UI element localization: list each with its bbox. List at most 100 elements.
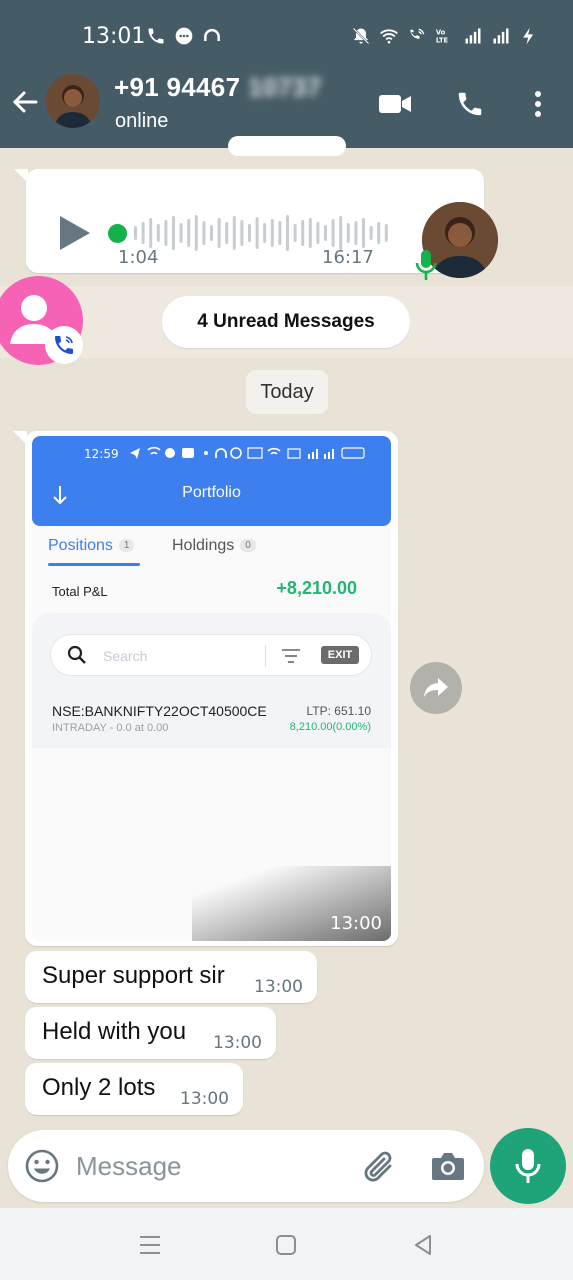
text-message-bubble[interactable]: Super support sir 13:00 xyxy=(25,951,317,1003)
chat-area[interactable]: 1:04 16:17 4 Unread Messages Today 12:59 xyxy=(0,136,573,1128)
shot-title: Portfolio xyxy=(182,484,241,501)
message-input[interactable] xyxy=(76,1148,346,1184)
waveform-bar xyxy=(286,215,289,251)
waveform-bar xyxy=(134,226,137,240)
waveform-bar xyxy=(179,223,183,243)
shot-position-ltp: LTP: 651.10 xyxy=(306,704,372,718)
more-options-button[interactable] xyxy=(518,84,558,124)
waveform-bar xyxy=(255,217,259,249)
waveform-bar xyxy=(240,220,244,246)
recent-apps-icon[interactable] xyxy=(137,1232,163,1258)
waveform-bar xyxy=(225,222,229,244)
waveform-bar xyxy=(316,222,320,244)
waveform-bar xyxy=(202,221,206,245)
waveform-bar xyxy=(339,216,343,250)
text-message-bubble[interactable]: Held with you 13:00 xyxy=(25,1007,276,1059)
waveform-bar xyxy=(248,224,251,242)
voice-duration: 1:04 xyxy=(118,247,159,268)
attach-icon[interactable] xyxy=(360,1148,400,1186)
voice-message-bubble[interactable] xyxy=(26,169,498,280)
shot-position-sub: INTRADAY - 0.0 at 0.00 xyxy=(52,722,169,734)
voice-record-button[interactable] xyxy=(490,1128,566,1204)
waveform-bar xyxy=(217,218,221,248)
image-message-bubble[interactable]: 12:59 Portfolio Positions 1 Holdings 0 T… xyxy=(25,431,398,946)
waveform-bar xyxy=(172,216,175,250)
home-icon[interactable] xyxy=(273,1232,299,1258)
signal-icon xyxy=(493,28,509,44)
more-options-icon xyxy=(535,91,541,117)
shot-tab-positions: Positions 1 xyxy=(48,537,135,555)
message-time: 13:00 xyxy=(180,1089,229,1109)
message-composer xyxy=(8,1130,484,1202)
forward-button[interactable] xyxy=(410,662,462,714)
contact-photo xyxy=(46,74,100,128)
contact-avatar[interactable] xyxy=(46,74,100,128)
waveform-bar xyxy=(187,219,191,247)
chat-bubble-icon xyxy=(175,27,193,45)
back-icon[interactable] xyxy=(410,1232,436,1258)
svg-text:LTE: LTE xyxy=(436,37,449,45)
phone-icon xyxy=(148,28,164,44)
waveform-bar xyxy=(324,225,327,241)
waveform-bar xyxy=(263,223,267,243)
shot-search-placeholder: Search xyxy=(103,648,148,664)
mic-badge-icon xyxy=(415,250,437,280)
waveform-bar xyxy=(270,219,274,247)
previous-message-fragment xyxy=(228,136,346,156)
waveform-bar xyxy=(194,215,198,251)
video-call-button[interactable] xyxy=(375,84,415,124)
waveform-bar xyxy=(369,226,373,240)
charging-icon xyxy=(523,27,534,45)
call-badge xyxy=(45,326,83,364)
status-left-icons xyxy=(146,26,222,46)
shot-search-bar: Search EXIT xyxy=(50,634,372,676)
search-icon xyxy=(67,645,86,664)
waveform-bar xyxy=(301,220,305,246)
playback-position-dot[interactable] xyxy=(108,224,127,243)
waveform-bar xyxy=(308,218,312,248)
back-arrow-icon[interactable] xyxy=(10,86,42,118)
contact-name-blurred: 10737 xyxy=(247,72,322,102)
waveform-bar xyxy=(141,222,145,244)
wifi-call-icon xyxy=(410,28,425,39)
waveform-bar xyxy=(293,224,297,242)
message-text: Super support sir xyxy=(42,962,225,989)
waveform-bar xyxy=(346,223,350,243)
signal-icon xyxy=(465,28,481,44)
status-time: 13:01 xyxy=(82,24,146,49)
status-bar: 13:01 Vo LTE xyxy=(0,0,573,66)
waveform-bar xyxy=(377,222,381,244)
microphone-icon xyxy=(515,1149,541,1183)
shot-header: 12:59 Portfolio xyxy=(32,436,391,526)
shot-tab-label: Positions xyxy=(48,537,113,554)
contact-name[interactable]: +91 94467 10737 xyxy=(114,72,322,103)
waveform-bar xyxy=(149,218,153,248)
camera-icon[interactable] xyxy=(430,1150,466,1182)
voice-call-button[interactable] xyxy=(450,84,490,124)
emoji-icon[interactable] xyxy=(24,1148,60,1184)
shot-pnl-value: +8,210.00 xyxy=(276,578,357,598)
waveform-bar xyxy=(210,225,213,241)
text-message-bubble[interactable]: Only 2 lots 13:00 xyxy=(25,1063,243,1115)
filter-icon xyxy=(282,649,300,663)
wifi-icon xyxy=(380,29,398,44)
date-divider: Today xyxy=(246,370,328,414)
message-time: 13:00 xyxy=(254,977,303,997)
play-icon[interactable] xyxy=(58,213,92,253)
mute-bell-icon xyxy=(352,27,370,45)
shot-exit-tag: EXIT xyxy=(321,646,359,664)
waveform-bar xyxy=(156,224,160,242)
volte-icon: VoLTE xyxy=(436,28,449,45)
shot-tab-label: Holdings xyxy=(172,537,235,554)
shot-position-change: 8,210.00(0.00%) xyxy=(289,721,371,733)
message-text: Only 2 lots xyxy=(42,1074,156,1101)
contact-name-visible: +91 94467 xyxy=(114,72,241,102)
voice-timestamp: 16:17 xyxy=(322,247,374,268)
video-call-icon xyxy=(379,95,411,113)
phone-ring-icon xyxy=(55,336,73,354)
message-text: Held with you xyxy=(42,1018,187,1045)
forward-arrow-icon xyxy=(424,678,448,697)
shot-position-symbol: NSE:BANKNIFTY22OCT40500CE xyxy=(52,703,267,719)
shot-tab-holdings: Holdings 0 xyxy=(172,537,256,555)
portfolio-screenshot[interactable]: 12:59 Portfolio Positions 1 Holdings 0 T… xyxy=(32,436,391,941)
